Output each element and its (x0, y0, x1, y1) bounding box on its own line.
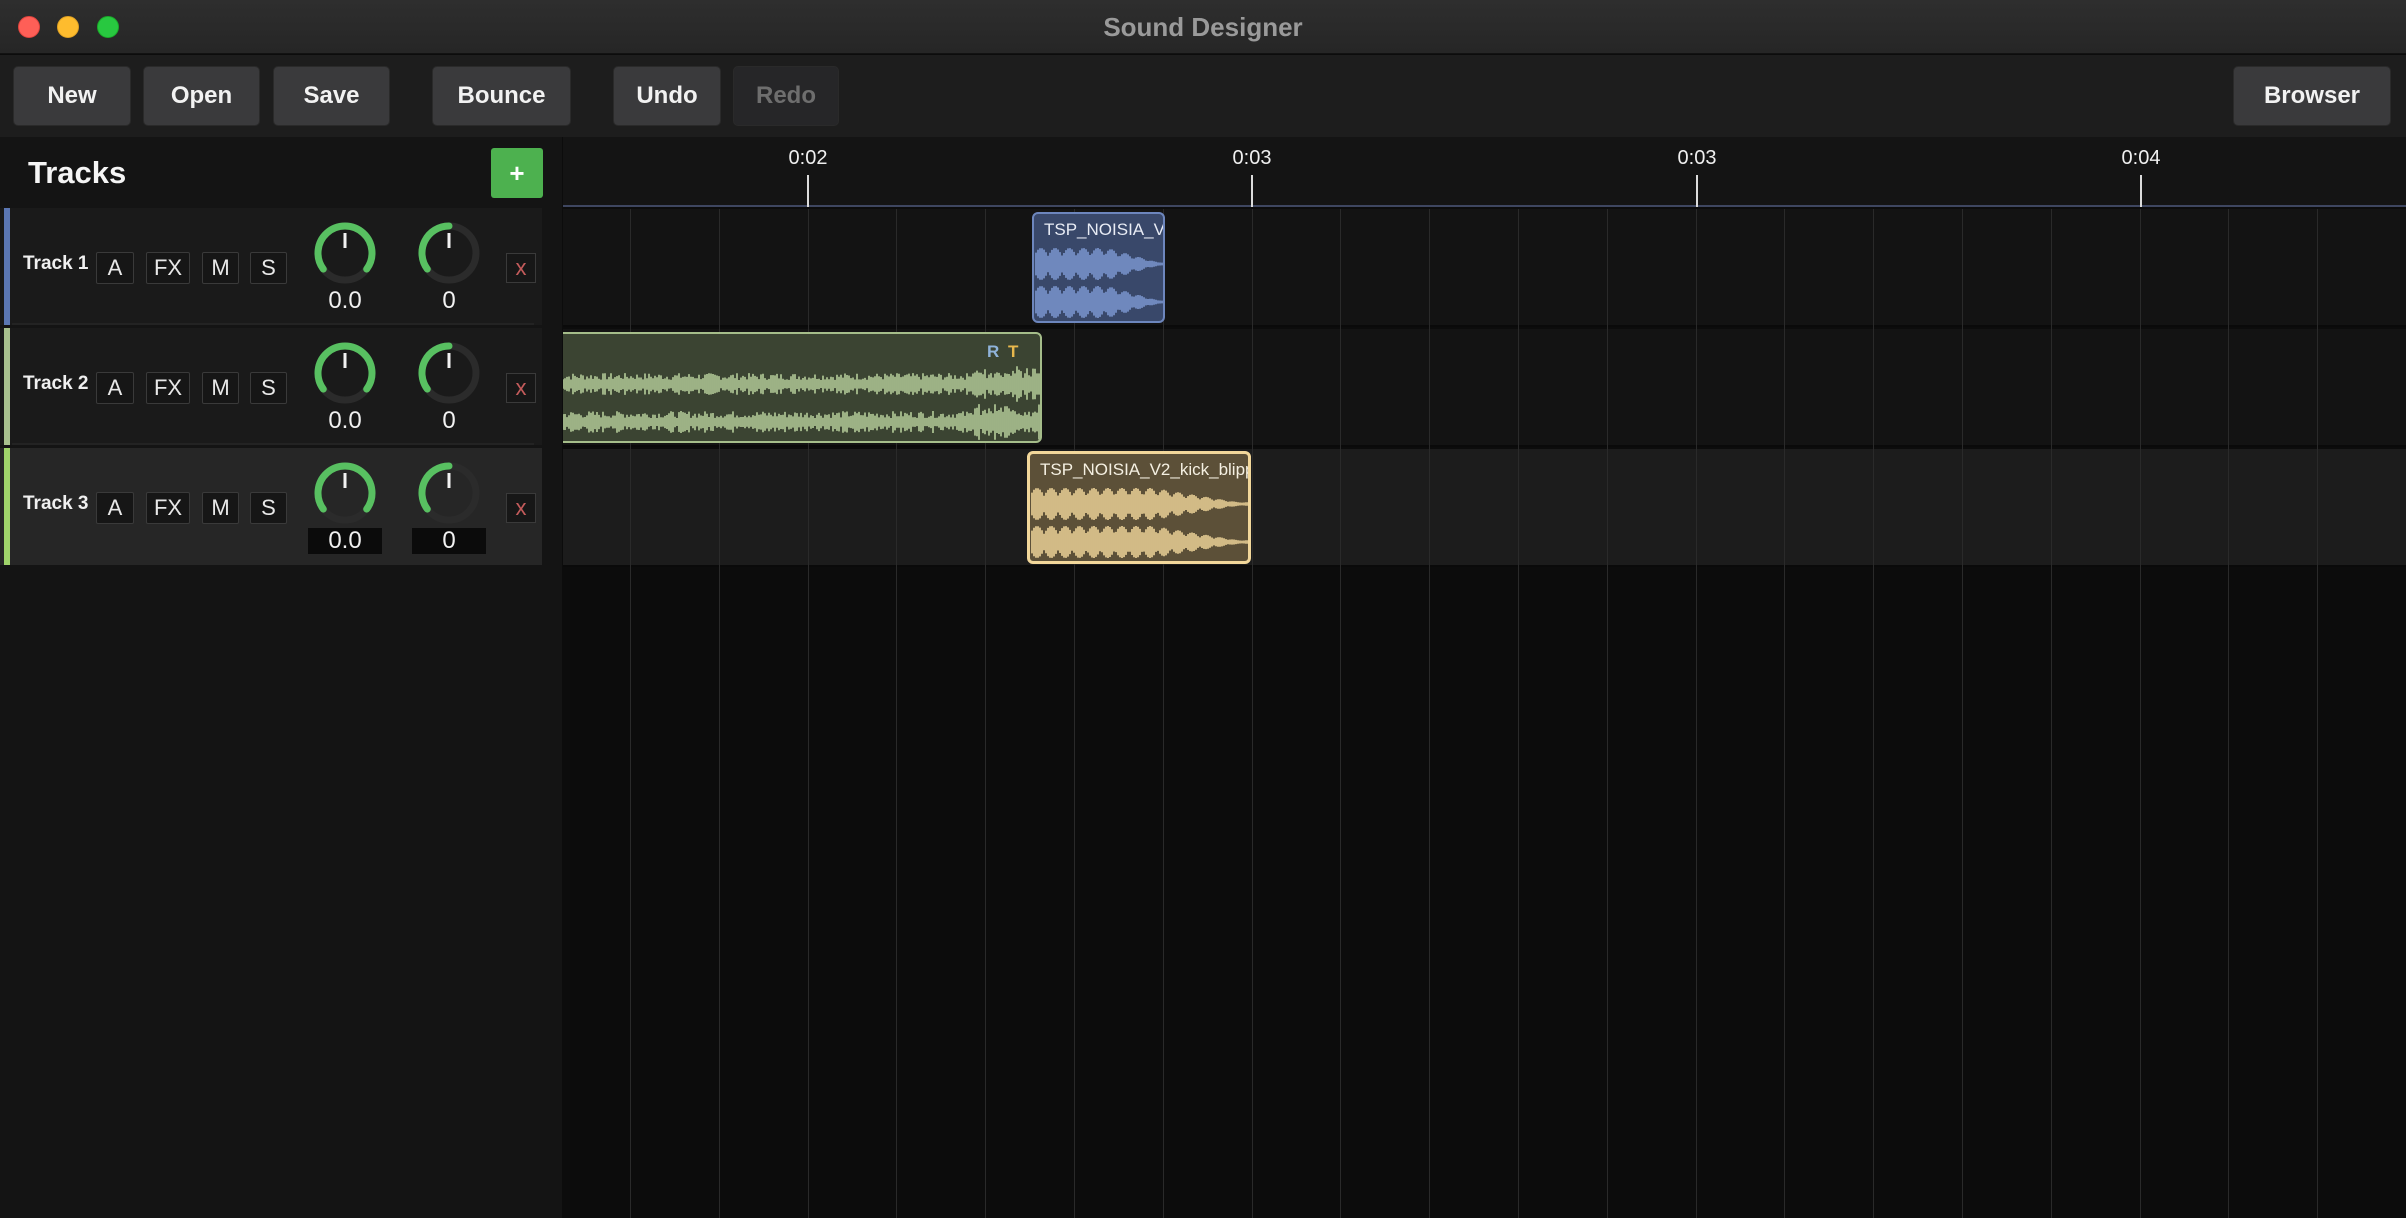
track-name: Track 1 (23, 253, 89, 274)
save-button[interactable]: Save (273, 66, 390, 126)
waveform (1031, 488, 1248, 558)
bounce-button[interactable]: Bounce (432, 66, 571, 126)
toolbar: New Open Save Bounce Undo Redo Browser (0, 55, 2406, 137)
arm-button[interactable]: A (96, 252, 134, 284)
volume-value: 0.0 (328, 407, 362, 434)
pan-value: 0 (412, 527, 486, 554)
track-color-accent (4, 328, 10, 445)
row-divider (12, 323, 534, 325)
ruler-tick (1251, 175, 1253, 207)
clip-title: TSP_NOISIA_V... (1044, 220, 1165, 239)
waveform (563, 366, 1040, 440)
tracks-header: Tracks + (0, 137, 562, 207)
volume-value: 0.0 (328, 287, 362, 314)
solo-button[interactable]: S (250, 252, 287, 284)
grid-line (2140, 209, 2141, 1218)
row-divider (12, 443, 534, 445)
grid-line (1696, 209, 1697, 1218)
new-button[interactable]: New (13, 66, 131, 126)
track-color-accent (4, 208, 10, 325)
ruler-label: 0:02 (788, 147, 828, 169)
time-ruler[interactable]: 0:02 0:03 0:03 0:04 (563, 137, 2406, 207)
grid-line (1873, 209, 1874, 1218)
track-row-3[interactable]: Track 3 A FX M S 0.0 0 x (0, 448, 542, 565)
grid-line (1074, 209, 1075, 1218)
solo-button[interactable]: S (250, 372, 287, 404)
grid-line (1163, 209, 1164, 1218)
audio-clip[interactable]: R T (563, 332, 1042, 443)
audio-clip-selected[interactable]: TSP_NOISIA_V2_kick_blippy (1027, 451, 1251, 564)
grid-line (1607, 209, 1608, 1218)
arm-button[interactable]: A (96, 372, 134, 404)
track-name: Track 3 (23, 493, 89, 514)
track-row-2[interactable]: Track 2 A FX M S 0.0 0 x (0, 328, 542, 445)
redo-button[interactable]: Redo (733, 66, 839, 126)
pan-knob[interactable] (416, 460, 482, 526)
fx-button[interactable]: FX (146, 492, 190, 524)
grid-line (1518, 209, 1519, 1218)
volume-knob[interactable] (312, 220, 378, 286)
ruler-label: 0:03 (1677, 147, 1717, 169)
grid-line (1340, 209, 1341, 1218)
volume-knob[interactable] (312, 460, 378, 526)
track-row-1[interactable]: Track 1 A FX M S 0.0 0 x (0, 208, 542, 325)
track-lane-1[interactable] (563, 209, 2406, 327)
grid-line (2051, 209, 2052, 1218)
open-button[interactable]: Open (143, 66, 260, 126)
timeline[interactable]: 0:02 0:03 0:03 0:04 TSP_NOISIA_V... R T … (563, 137, 2406, 1218)
waveform (1035, 248, 1163, 318)
track-color-accent (4, 448, 10, 565)
ruler-tick (2140, 175, 2142, 207)
mute-button[interactable]: M (202, 252, 239, 284)
timestretch-flag: T (1008, 342, 1019, 361)
fx-button[interactable]: FX (146, 372, 190, 404)
pan-value: 0 (442, 407, 456, 434)
ruler-tick (1696, 175, 1698, 207)
reverse-flag: R (987, 342, 1000, 361)
arm-button[interactable]: A (96, 492, 134, 524)
pan-knob[interactable] (416, 340, 482, 406)
grid-line (1962, 209, 1963, 1218)
delete-track-button[interactable]: x (506, 493, 536, 523)
track-name: Track 2 (23, 373, 89, 394)
title-bar: Sound Designer (0, 0, 2406, 54)
ruler-label: 0:04 (2121, 147, 2161, 169)
volume-value: 0.0 (308, 527, 382, 554)
pan-value: 0 (442, 287, 456, 314)
mute-button[interactable]: M (202, 372, 239, 404)
delete-track-button[interactable]: x (506, 253, 536, 283)
mute-button[interactable]: M (202, 492, 239, 524)
grid-line (1252, 209, 1253, 1218)
audio-clip[interactable]: TSP_NOISIA_V... (1032, 212, 1165, 323)
track-lane-3[interactable] (563, 449, 2406, 567)
solo-button[interactable]: S (250, 492, 287, 524)
ruler-tick (807, 175, 809, 207)
grid-line (2317, 209, 2318, 1218)
grid-line (1429, 209, 1430, 1218)
add-track-button[interactable]: + (491, 148, 543, 198)
pan-knob[interactable] (416, 220, 482, 286)
delete-track-button[interactable]: x (506, 373, 536, 403)
browser-button[interactable]: Browser (2233, 66, 2391, 126)
undo-button[interactable]: Undo (613, 66, 721, 126)
window-title: Sound Designer (1103, 12, 1303, 42)
grid-line (2228, 209, 2229, 1218)
fx-button[interactable]: FX (146, 252, 190, 284)
ruler-label: 0:03 (1232, 147, 1272, 169)
grid-line (1784, 209, 1785, 1218)
clip-title: TSP_NOISIA_V2_kick_blippy (1040, 460, 1251, 479)
volume-knob[interactable] (312, 340, 378, 406)
tracks-panel: Tracks + Track 1 A FX M S 0.0 0 x Track … (0, 137, 562, 1218)
tracks-title: Tracks (28, 155, 127, 190)
